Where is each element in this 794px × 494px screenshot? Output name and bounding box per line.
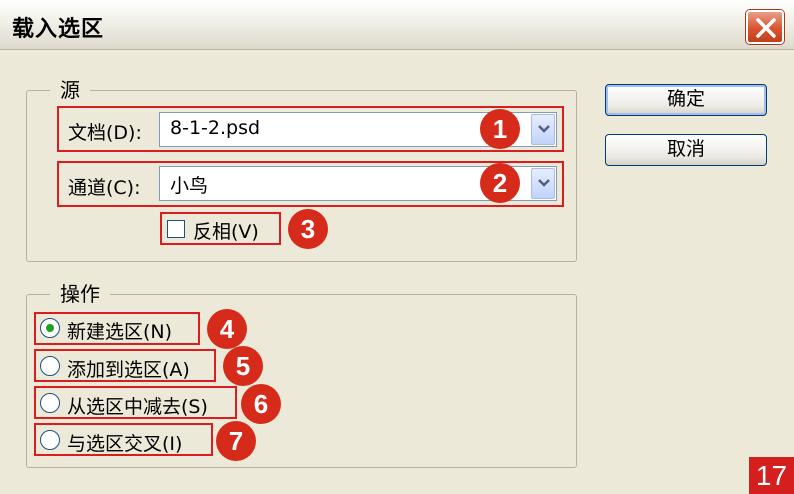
close-icon — [756, 18, 776, 38]
channel-select-value: 小鸟 — [170, 175, 209, 197]
source-legend: 源 — [50, 74, 90, 103]
chevron-down-icon — [538, 179, 550, 187]
callout-badge: 1 — [480, 109, 520, 149]
document-dropdown-button[interactable] — [531, 114, 555, 145]
add-selection-radio[interactable] — [40, 356, 60, 376]
ok-button[interactable]: 确定 — [605, 84, 767, 116]
title-bar: 载入选区 — [0, 0, 794, 50]
channel-label: 通道(C): — [68, 177, 141, 199]
intersect-selection-radio[interactable] — [40, 430, 60, 450]
add-selection-label[interactable]: 添加到选区(A) — [67, 355, 190, 382]
subtract-selection-label[interactable]: 从选区中减去(S) — [67, 392, 208, 419]
callout-badge: 5 — [223, 346, 263, 386]
callout-badge: 6 — [241, 384, 281, 424]
dialog-title: 载入选区 — [12, 17, 105, 42]
document-select-value: 8-1-2.psd — [170, 117, 261, 139]
callout-badge: 3 — [288, 209, 328, 249]
new-selection-label[interactable]: 新建选区(N) — [67, 317, 172, 344]
invert-checkbox[interactable] — [167, 220, 185, 238]
callout-badge: 4 — [207, 309, 247, 349]
subtract-selection-radio[interactable] — [40, 393, 60, 413]
radio-selected-dot — [46, 324, 54, 332]
callout-badge: 7 — [216, 421, 256, 461]
callout-badge: 2 — [480, 163, 520, 203]
invert-label[interactable]: 反相(V) — [193, 217, 259, 244]
page-number-tag: 17 — [749, 457, 794, 494]
intersect-selection-label[interactable]: 与选区交叉(I) — [67, 429, 182, 456]
channel-dropdown-button[interactable] — [531, 168, 555, 199]
cancel-button[interactable]: 取消 — [605, 134, 767, 166]
document-label: 文档(D): — [68, 122, 142, 144]
new-selection-radio[interactable] — [40, 318, 60, 338]
close-button[interactable] — [746, 10, 784, 44]
operation-legend: 操作 — [50, 278, 110, 307]
chevron-down-icon — [538, 125, 550, 133]
